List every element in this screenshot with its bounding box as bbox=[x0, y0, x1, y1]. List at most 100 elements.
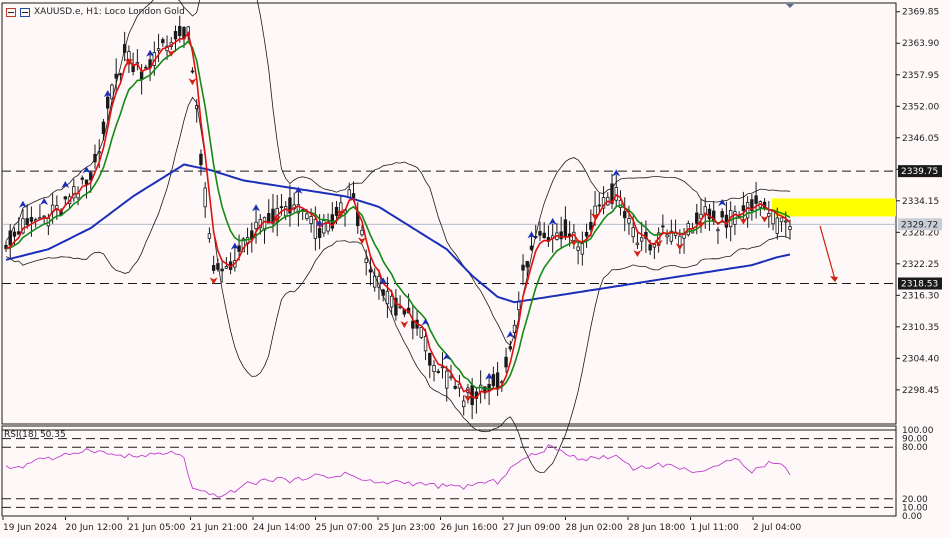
candle-body bbox=[101, 121, 106, 135]
candle-body bbox=[589, 221, 593, 230]
candle-body bbox=[203, 187, 207, 208]
candle-body bbox=[538, 231, 542, 236]
x-tick-label: 27 Jun 09:00 bbox=[503, 523, 560, 533]
candle-body bbox=[334, 206, 339, 216]
chart-shift-marker[interactable] bbox=[786, 4, 794, 8]
candle-body bbox=[305, 213, 309, 219]
buy-arrow bbox=[18, 200, 27, 208]
candle-body bbox=[716, 229, 720, 232]
candle-body bbox=[190, 70, 195, 73]
chart-icon[interactable] bbox=[20, 7, 30, 17]
x-tick-label: 20 Jun 12:00 bbox=[66, 523, 123, 533]
candle-body bbox=[173, 31, 178, 40]
x-tick-label: 28 Jun 18:00 bbox=[628, 523, 685, 533]
buy-arrow bbox=[718, 199, 727, 207]
x-tick-label: 28 Jun 02:00 bbox=[566, 523, 623, 533]
y-tick-label: 2304.40 bbox=[902, 354, 939, 364]
candle-body bbox=[12, 231, 17, 237]
candle-body bbox=[283, 206, 288, 217]
x-tick-label: 2 Jul 04:00 bbox=[753, 523, 802, 533]
candle-body bbox=[576, 246, 580, 251]
rsi-level-label: 0.00 bbox=[902, 512, 922, 522]
candle-body bbox=[419, 327, 424, 338]
candle-body bbox=[754, 195, 758, 204]
target-zone bbox=[772, 198, 896, 217]
x-tick-label: 19 Jun 2024 bbox=[3, 523, 57, 533]
candle-body bbox=[29, 217, 34, 222]
candle-body bbox=[389, 295, 394, 308]
chart-window: 2369.85 2363.90 2357.95 2352.00 2346.05 2334.… bbox=[0, 0, 950, 538]
candle-body bbox=[614, 187, 618, 201]
buy-arrow bbox=[82, 166, 91, 174]
fast-ema-line bbox=[5, 30, 791, 399]
price-chart[interactable]: 2369.85 2363.90 2357.95 2352.00 2346.05 2334.… bbox=[0, 0, 950, 538]
candle-body bbox=[779, 217, 784, 223]
candle-body bbox=[461, 400, 466, 408]
candle-body bbox=[80, 177, 84, 180]
candle-body bbox=[741, 205, 746, 212]
candle-body bbox=[495, 372, 500, 390]
candle-body bbox=[114, 73, 118, 79]
candle-body bbox=[771, 210, 775, 225]
candle-body bbox=[322, 220, 326, 234]
candle-body bbox=[517, 301, 521, 311]
sell-arrow bbox=[633, 250, 642, 258]
sell-arrow bbox=[400, 321, 409, 329]
candle-body bbox=[139, 71, 144, 80]
candle-body bbox=[385, 290, 390, 305]
candle-body bbox=[436, 371, 440, 373]
candle-body bbox=[788, 226, 792, 231]
x-tick-label: 21 Jun 05:00 bbox=[128, 523, 185, 533]
y-tick-label: 2357.95 bbox=[902, 71, 939, 81]
sell-arrow bbox=[188, 78, 197, 86]
candle-body bbox=[42, 215, 46, 218]
candle-body bbox=[106, 96, 110, 109]
y-tick-label: 2322.25 bbox=[902, 260, 939, 270]
candle-body bbox=[623, 211, 627, 219]
candle-body bbox=[317, 228, 322, 238]
y-tick-label: 2369.85 bbox=[902, 8, 939, 18]
candle-body bbox=[118, 73, 123, 76]
candle-body bbox=[529, 245, 534, 250]
x-tick-label: 25 Jun 07:00 bbox=[316, 523, 373, 533]
candle-body bbox=[661, 225, 665, 228]
rsi-label: RSI(18) 50.35 bbox=[4, 430, 66, 440]
candle-body bbox=[635, 242, 640, 245]
candle-body bbox=[364, 258, 368, 263]
candle-body bbox=[161, 39, 165, 44]
buy-arrow bbox=[421, 318, 430, 326]
candle-body bbox=[593, 205, 597, 216]
candle-body bbox=[453, 386, 457, 389]
candle-body bbox=[220, 268, 224, 272]
x-tick-label: 25 Jun 23:00 bbox=[378, 523, 435, 533]
candle-body bbox=[309, 216, 313, 224]
candle-body bbox=[631, 227, 635, 238]
support-price-label: 2318.53 bbox=[901, 280, 938, 290]
rsi-level-label: 80.00 bbox=[902, 443, 928, 453]
candle-body bbox=[156, 48, 161, 51]
candle-body bbox=[597, 204, 601, 207]
chart-header: XAUUSD.e, H1: Loco London Gold bbox=[6, 5, 185, 19]
candle-body bbox=[720, 211, 724, 218]
x-tick-label: 21 Jun 21:00 bbox=[191, 523, 248, 533]
candle-body bbox=[254, 221, 258, 230]
candle-body bbox=[767, 213, 771, 217]
candle-body bbox=[508, 346, 513, 350]
candle-body bbox=[491, 374, 496, 387]
y-tick-label: 2316.30 bbox=[902, 291, 939, 301]
candle-body bbox=[411, 320, 415, 329]
candle-body bbox=[351, 193, 356, 199]
candle-body bbox=[211, 265, 216, 271]
candle-body bbox=[563, 219, 568, 238]
y-tick-label: 2334.15 bbox=[902, 197, 939, 207]
symbol-label: XAUUSD.e, H1: Loco London Gold bbox=[34, 7, 185, 17]
candle-body bbox=[652, 244, 657, 248]
candle-body bbox=[347, 189, 351, 198]
x-tick-label: 24 Jun 14:00 bbox=[253, 523, 310, 533]
candle-body bbox=[63, 196, 68, 200]
candle-body bbox=[648, 244, 652, 251]
candle-body bbox=[423, 336, 428, 352]
y-tick-label: 2298.45 bbox=[902, 386, 939, 396]
sell-arrow bbox=[760, 215, 769, 223]
menu-icon[interactable] bbox=[6, 7, 16, 17]
